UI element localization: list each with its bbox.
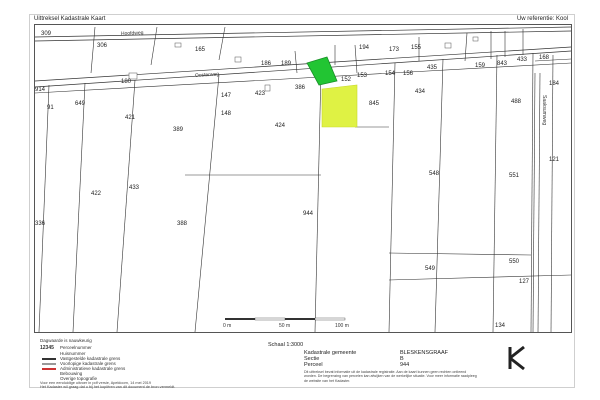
document-title: Uittreksel Kadastrale Kaart (34, 16, 106, 22)
parcel-label: 423 (255, 91, 266, 97)
scale-label: Schaal 1:3000 (268, 342, 304, 348)
parcel-label: 127 (519, 279, 530, 285)
reference-label: Uw referentie: Kool (516, 16, 568, 22)
parcel-label: 433 (129, 185, 140, 191)
parcel-label: 155 (411, 45, 422, 51)
disclaimer-text: Dit uittreksel bevat informatie uit de k… (304, 370, 477, 383)
parcel-label: 156 (403, 71, 414, 77)
parcel-label: 309 (41, 31, 52, 37)
parcel-label: 154 (385, 71, 396, 77)
parcel-label: 424 (275, 123, 286, 129)
scale-bar (225, 317, 346, 321)
footer-line: Het Kadaster wil graag dat u bij het kop… (40, 385, 176, 390)
parcel-label: 548 (429, 171, 440, 177)
legend-item: Dagwaarde is nauwkeurig (40, 338, 92, 343)
legend-item: Perceelnummer (60, 345, 92, 350)
parcel-label: 168 (539, 55, 550, 61)
parcel-label: 121 (549, 157, 560, 163)
highlighted-parcel-yellow[interactable] (321, 84, 358, 128)
parcel-label: 421 (125, 115, 136, 121)
parcel-label: 845 (369, 101, 380, 107)
parcel-label: 194 (359, 45, 370, 51)
parcel-label: 173 (389, 47, 400, 53)
parcel-label: 649 (75, 101, 86, 107)
parcel-label: 189 (281, 61, 292, 67)
parcel-label: 549 (425, 266, 436, 272)
scale-tick: 50 m (279, 323, 290, 329)
parcel-label: 389 (173, 127, 184, 133)
parcel-label: 843 (497, 61, 508, 67)
road-name-top: Hoofdweg (121, 30, 144, 37)
parcel-label: 306 (97, 43, 108, 49)
parcel-label: 550 (509, 259, 520, 265)
parcel-label: 336 (35, 221, 46, 227)
parcel-label: 147 (221, 93, 232, 99)
kadaster-logo-icon (508, 345, 525, 371)
parcel-label-text: Perceel (304, 362, 323, 368)
parcel-label: 434 (415, 89, 426, 95)
parcel-label: 386 (295, 85, 306, 91)
parcel-label: 944 (303, 211, 314, 217)
map-svg: 309 306 165 186 189 194 173 155 435 159 … (35, 25, 571, 332)
parcel-label: 165 (195, 47, 206, 53)
parcel-label: 152 (341, 77, 352, 83)
scale-tick: 100 m (335, 323, 349, 329)
legend-number-sample: 12345 (40, 345, 54, 351)
parcel-label: 184 (549, 81, 560, 87)
parcel-label: 134 (495, 323, 506, 329)
cadastral-map[interactable]: 309 306 165 186 189 194 173 155 435 159 … (34, 24, 572, 333)
parcel-label: 551 (509, 173, 520, 179)
road-name-right: Saaksumweg (541, 95, 547, 125)
parcel-label: 153 (357, 73, 368, 79)
parcel-label: 914 (35, 87, 46, 93)
parcel-label: 159 (475, 63, 486, 69)
parcel-label: 422 (91, 191, 102, 197)
parcel-value: 944 (400, 362, 410, 368)
parcel-label: 488 (511, 99, 522, 105)
parcel-label: 180 (121, 79, 132, 85)
parcel-label: 186 (261, 61, 272, 67)
municipality-value: BLESKENSGRAAF (400, 350, 448, 356)
legend-swatch (42, 368, 56, 370)
footer-text: Voor een eenduidige uitvoer in pdf versi… (40, 381, 240, 390)
parcel-label: 388 (177, 221, 188, 227)
parcel-label: 433 (517, 57, 528, 63)
parcel-label: 435 (427, 65, 438, 71)
parcel-label: 91 (47, 105, 54, 111)
parcel-label: 148 (221, 111, 232, 117)
legend-swatch (42, 358, 56, 360)
legend-swatch (42, 363, 56, 365)
scale-tick: 0 m (223, 323, 231, 329)
